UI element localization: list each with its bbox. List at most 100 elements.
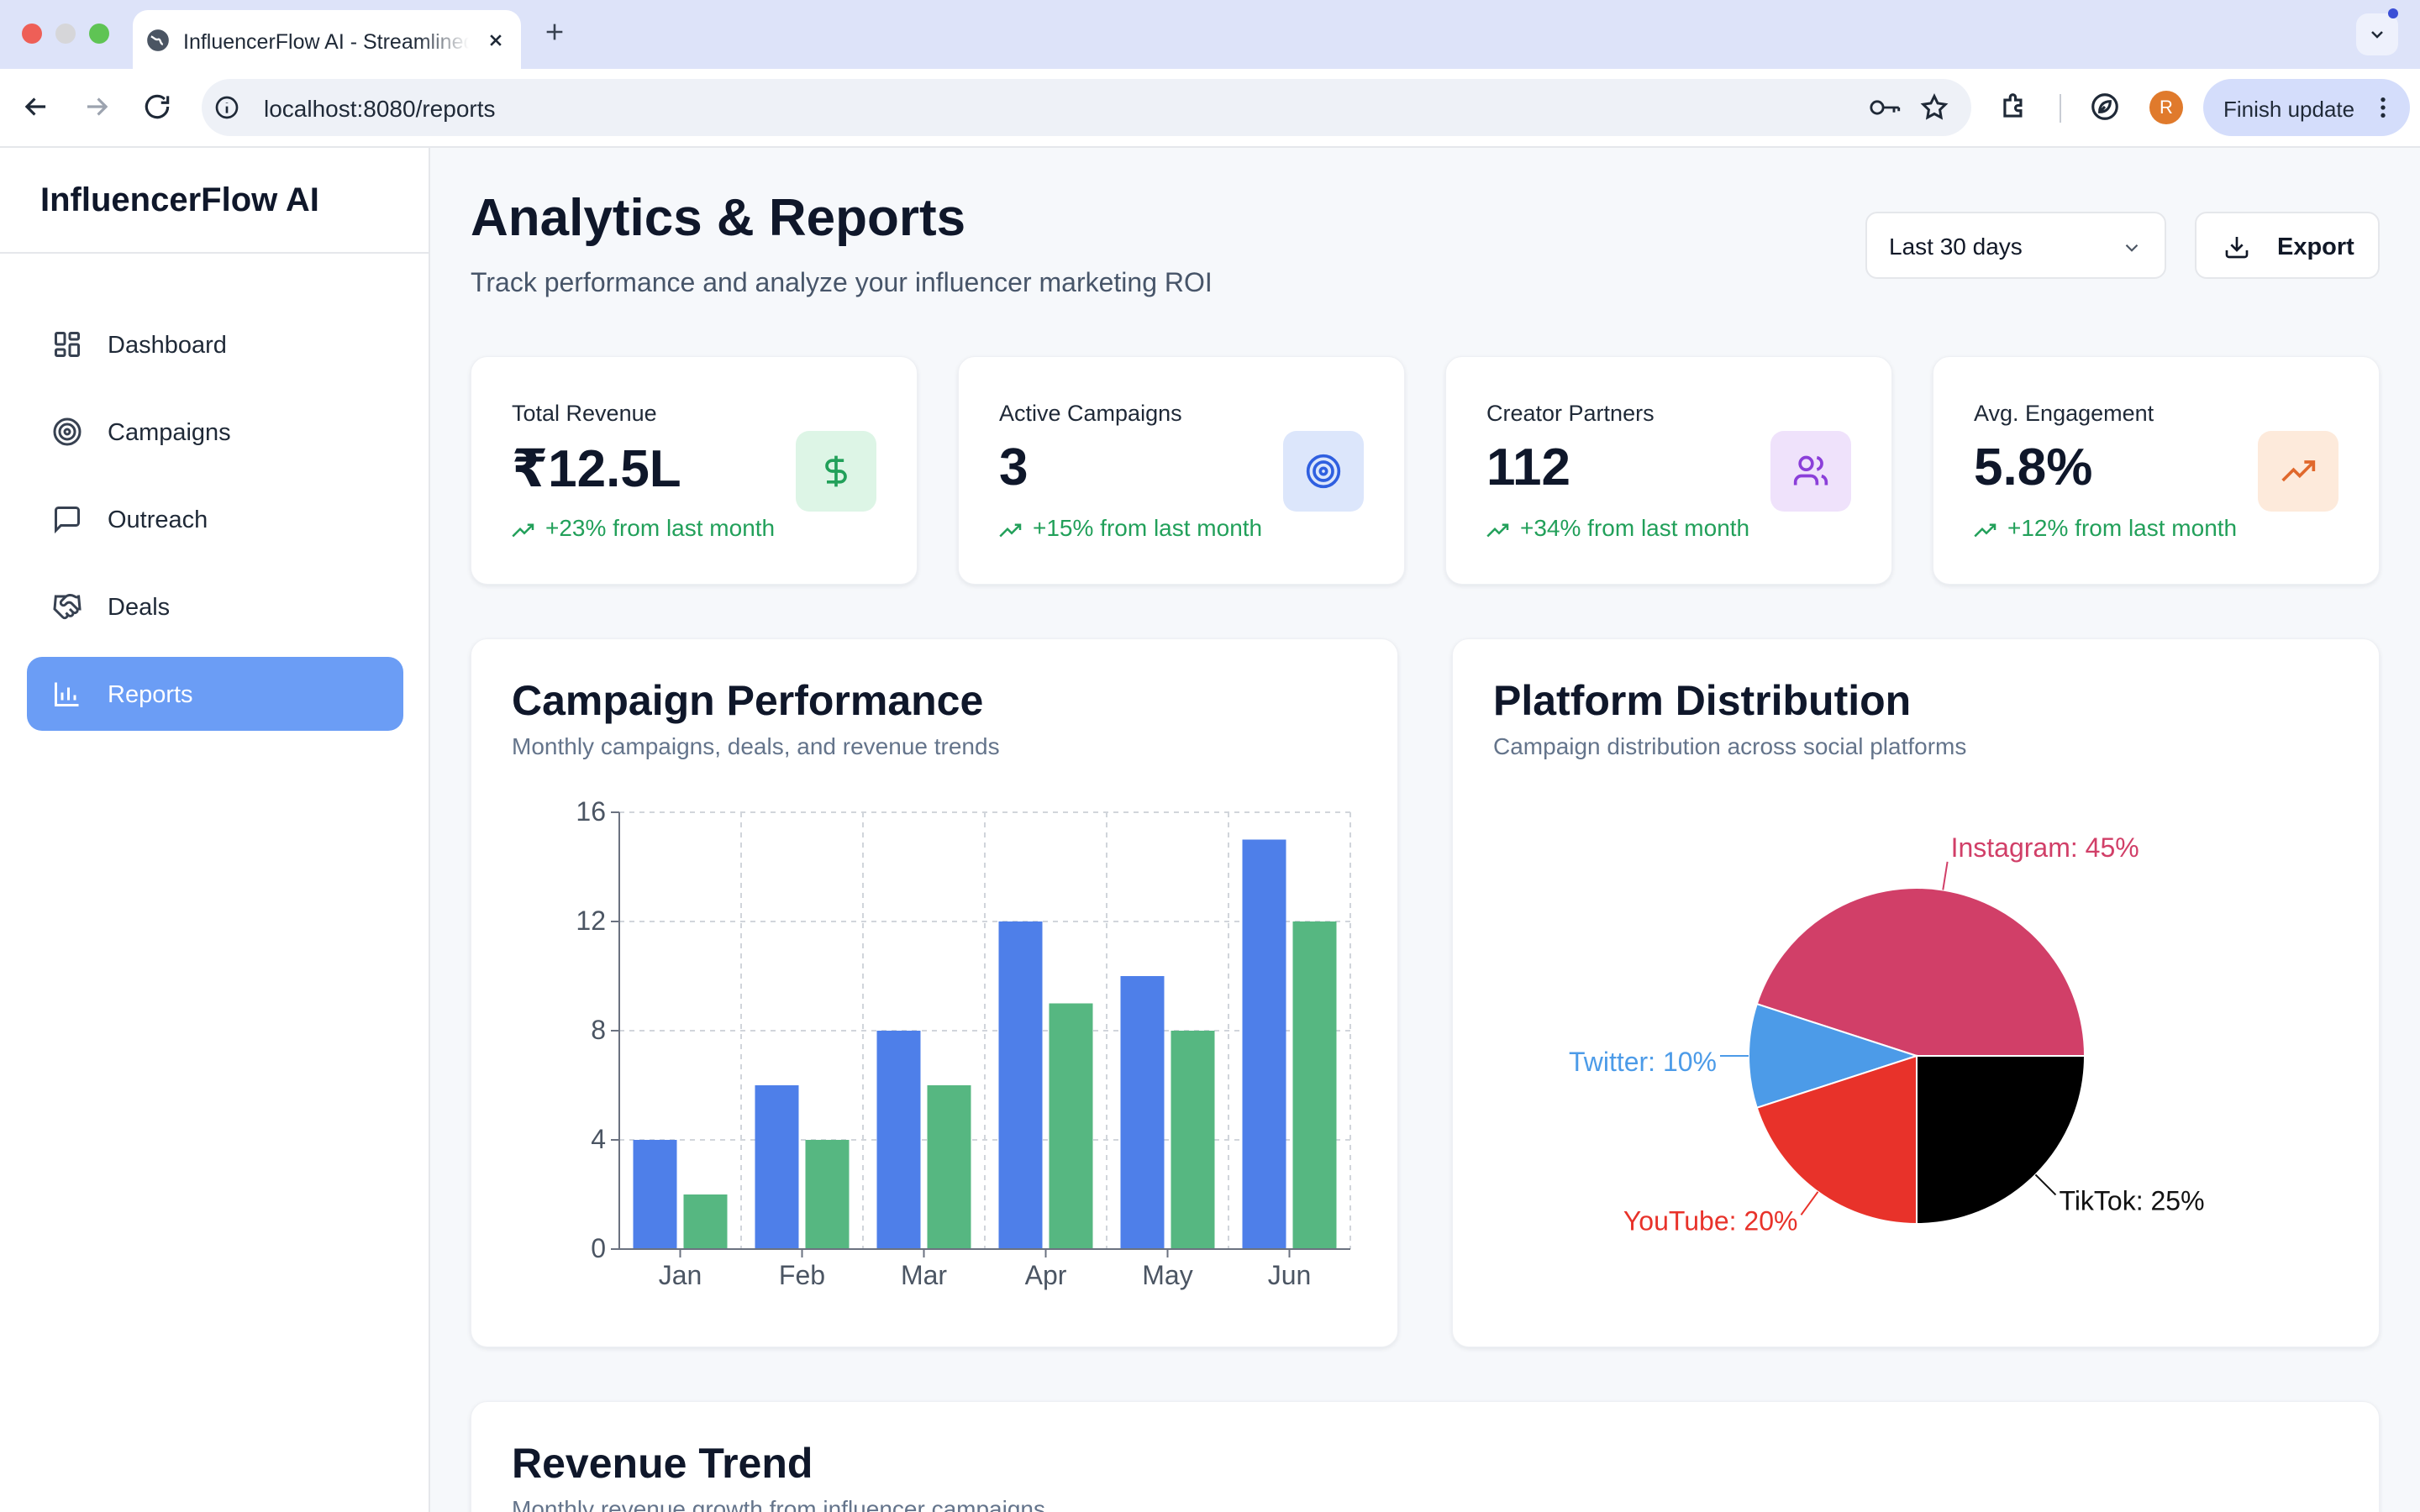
sidebar-item-dashboard[interactable]: Dashboard [27,307,403,381]
bar-feb-series-2 [805,1140,850,1249]
pie-slice-youtube-label: YouTube: 20% [1623,1205,1798,1236]
extensions-puzzle-icon[interactable] [1998,91,2030,123]
stat-label: Total Revenue [512,401,657,426]
pie-label-leader [1942,861,1949,890]
bar-jan-series-1 [633,1140,677,1249]
stat-change: +12% from last month [1974,515,2237,542]
stat-icon-box [796,431,876,512]
bar-may-series-2 [1171,1031,1215,1249]
sidebar-item-label: Dashboard [108,332,227,359]
trending-up-icon [1974,523,1996,538]
export-button[interactable]: Export [2195,212,2380,279]
export-label: Export [2277,234,2354,260]
sidebar-item-campaigns[interactable]: Campaigns [27,395,403,469]
x-tick-label: Jan [659,1260,702,1290]
back-arrow-icon[interactable] [20,91,52,123]
bookmark-star-icon[interactable] [1919,92,1949,123]
stat-change-text: +23% from last month [545,515,776,541]
trending-up-icon [2281,460,2316,482]
platform-distribution-pie-chart: Instagram: 45% Twitter: 10% YouTube: 20% Ti… [1569,832,2205,1236]
close-icon[interactable] [484,29,508,52]
finish-update-label: Finish update [2223,97,2355,122]
key-icon[interactable] [1869,92,1902,123]
globe-icon [147,29,169,51]
campaign-performance-card: Campaign Performance Monthly campaigns, … [471,638,1398,1347]
stat-change: +34% from last month [1486,515,1749,542]
more-vertical-icon [2381,97,2386,118]
stat-change: +15% from last month [999,515,1262,542]
stat-value: 112 [1486,438,1571,496]
stat-change: +23% from last month [512,515,775,542]
message-square-icon [55,507,80,534]
stat-icon-box [1770,431,1851,512]
campaign-performance-bar-chart: 0 4 8 12 16 Jan Feb Mar Apr May Jun [576,796,1351,1290]
reload-icon[interactable] [141,91,173,123]
notification-dot [2388,8,2398,18]
brand-title[interactable]: InfluencerFlow AI [40,181,319,219]
stat-label: Active Campaigns [999,401,1182,426]
y-tick-label: 0 [591,1233,606,1263]
bar-may-series-1 [1120,976,1165,1249]
layout-grid-icon [55,332,80,357]
sidebar-item-reports[interactable]: Reports [27,657,403,731]
sidebar-item-label: Reports [108,681,193,708]
chart-title: Revenue Trend [512,1440,813,1487]
stat-card-avg-engagement: Avg. Engagement 5.8% +12% from last mont… [1933,356,2380,585]
stat-label: Avg. Engagement [1974,401,2154,426]
stat-change-text: +34% from last month [1520,515,1750,541]
tab-search-button[interactable] [2356,13,2398,55]
stat-value: 3 [999,438,1028,496]
stat-label: Creator Partners [1486,401,1655,426]
window-close-button[interactable] [22,24,42,44]
pie-slice-tiktok-label: TikTok: 25% [2059,1185,2204,1215]
target-icon [1306,454,1341,489]
chart-subtitle: Monthly revenue growth from influencer c… [512,1496,1045,1512]
bar-apr-series-2 [1049,1003,1093,1249]
date-range-select[interactable]: Last 30 days [1865,212,2166,279]
bar-feb-series-1 [755,1085,799,1249]
users-icon [1793,455,1828,486]
tab-title: InfluencerFlow AI - Streamlined Influenc… [183,30,469,54]
y-tick-label: 12 [576,906,606,936]
page-title: Analytics & Reports [471,189,966,247]
stat-value: 5.8% [1974,438,2093,496]
window-minimize-button[interactable] [55,24,76,44]
browser-toolbar: localhost:8080/reports R Finish update [0,69,2420,148]
x-tick-label: Mar [901,1260,947,1290]
bar-mar-series-1 [876,1031,921,1249]
sidebar-item-deals[interactable]: Deals [27,570,403,643]
bar-chart-icon [55,682,79,706]
sidebar-item-label: Outreach [108,507,208,533]
info-icon[interactable] [213,94,240,121]
forward-arrow-icon[interactable] [81,91,113,123]
performance-leaf-icon[interactable] [2089,91,2121,123]
x-tick-label: May [1142,1260,1192,1290]
dollar-icon [825,455,847,487]
address-bar[interactable]: localhost:8080/reports [202,79,1971,136]
stat-card-total-revenue: Total Revenue ₹12.5L +23% from last mont… [471,356,918,585]
browser-tab[interactable]: InfluencerFlow AI - Streamlined Influenc… [133,10,521,69]
bar-mar-series-2 [927,1085,971,1249]
x-tick-label: Feb [779,1260,825,1290]
stat-icon-box [1283,431,1364,512]
target-icon [53,417,82,446]
sidebar-item-label: Deals [108,594,171,621]
finish-update-button[interactable]: Finish update [2203,79,2410,136]
window-zoom-button[interactable] [89,24,109,44]
pie-slice-instagram-label: Instagram: 45% [1951,832,2139,863]
toolbar-divider [2060,94,2061,123]
stat-icon-box [2258,431,2338,512]
stat-change-text: +12% from last month [2007,515,2238,541]
stat-value: ₹12.5L [512,440,681,498]
sidebar-item-outreach[interactable]: Outreach [27,482,403,556]
profile-avatar[interactable]: R [2149,91,2183,124]
stat-card-active-campaigns: Active Campaigns 3 +15% from last month [958,356,1405,585]
sidebar: InfluencerFlow AI Dashboard Campaigns Ou… [0,148,430,1512]
y-tick-label: 8 [591,1015,606,1045]
pie-label-leader [2034,1173,2057,1196]
bar-jun-series-1 [1242,839,1286,1249]
x-tick-label: Jun [1268,1260,1312,1290]
page-subtitle: Track performance and analyze your influ… [471,267,1213,297]
y-tick-label: 4 [591,1124,606,1154]
new-tab-icon[interactable] [543,20,566,44]
